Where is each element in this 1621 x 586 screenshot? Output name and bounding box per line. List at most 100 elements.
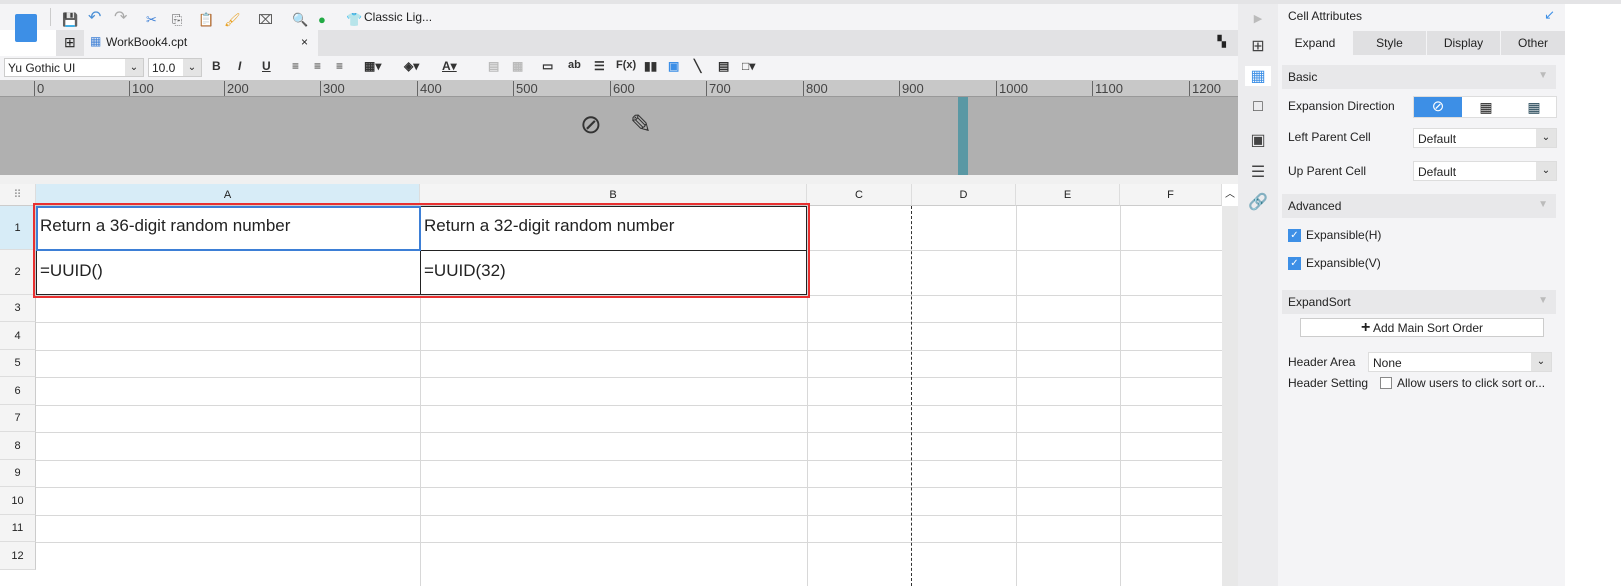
subreport-icon[interactable]: ▤	[718, 59, 729, 73]
expansible-h-checkbox[interactable]: ✓	[1288, 229, 1301, 242]
align-left-icon[interactable]: ≡	[292, 59, 299, 73]
row-header[interactable]: 9	[0, 460, 36, 487]
row-header[interactable]: 1	[0, 206, 36, 250]
format-painter-icon[interactable]: 🖌	[224, 12, 241, 28]
cell-b1[interactable]: Return a 32-digit random number	[420, 216, 674, 236]
select-all-corner[interactable]: ⠿	[0, 184, 36, 206]
section-basic[interactable]: Basic ▼	[1282, 65, 1556, 89]
section-expandsort[interactable]: ExpandSort ▼	[1282, 290, 1556, 314]
italic-button[interactable]: I	[238, 59, 241, 73]
text-icon[interactable]: ab	[568, 59, 581, 71]
page-boundary-marker[interactable]	[958, 97, 968, 175]
hyperlink-icon[interactable]: 🔗	[1248, 192, 1268, 212]
row-header[interactable]: 6	[0, 377, 36, 405]
condition-icon[interactable]: ☰	[1248, 162, 1268, 182]
horizontal-expand-icon[interactable]: ▦	[1510, 97, 1558, 117]
hidden-eye-icon[interactable]: ⊘	[580, 109, 602, 140]
allow-sort-checkbox[interactable]	[1380, 377, 1392, 389]
edit-pencil-icon[interactable]: ✎	[630, 109, 652, 140]
dock-arrow-icon[interactable]: ↙	[1544, 7, 1555, 23]
row-header[interactable]: 2	[0, 250, 36, 295]
vertical-expand-icon[interactable]: ▦	[1462, 97, 1510, 117]
up-parent-select[interactable]: Default ⌄	[1413, 161, 1557, 181]
expansible-v-checkbox[interactable]: ✓	[1288, 257, 1301, 270]
row-header[interactable]: 8	[0, 432, 36, 460]
tab-other[interactable]: Other	[1501, 31, 1565, 55]
column-header-c[interactable]: C	[807, 184, 912, 206]
check-icon[interactable]: ●	[318, 12, 326, 27]
chart-icon[interactable]: ▮▮	[644, 59, 657, 73]
row-header[interactable]: 4	[0, 322, 36, 350]
tab-display[interactable]: Display	[1427, 31, 1500, 55]
column-header-f[interactable]: F	[1120, 184, 1222, 206]
font-value: Yu Gothic UI	[8, 61, 76, 75]
row-header[interactable]: 7	[0, 405, 36, 432]
align-center-icon[interactable]: ≡	[314, 59, 321, 73]
float-element-icon[interactable]: □	[1248, 98, 1268, 118]
row-header[interactable]: 3	[0, 295, 36, 322]
vertical-scrollbar[interactable]: ︿	[1222, 184, 1238, 586]
unmerge-icon[interactable]: ▦	[512, 59, 523, 73]
row-header[interactable]: 11	[0, 515, 36, 542]
cell-element-icon[interactable]: ⊞	[1248, 36, 1268, 56]
app-logo[interactable]	[10, 10, 42, 52]
preview-icon[interactable]: 🔍	[292, 12, 308, 28]
row-header[interactable]: 10	[0, 487, 36, 515]
row-header[interactable]: 5	[0, 350, 36, 377]
expansible-h-label: Expansible(H)	[1306, 228, 1382, 242]
theme-label[interactable]: Classic Lig...	[364, 10, 432, 24]
align-right-icon[interactable]: ≡	[336, 59, 343, 73]
redo-icon[interactable]: ↷	[114, 7, 127, 27]
header-area-label: Header Area	[1288, 355, 1356, 369]
paragraph-icon[interactable]: ☰	[594, 59, 605, 73]
widget-icon[interactable]: ▣	[1248, 130, 1268, 150]
expansion-direction-toggle: ⊘ ▦ ▦	[1413, 96, 1557, 118]
expansion-direction-label: Expansion Direction	[1288, 99, 1395, 113]
left-parent-select[interactable]: Default ⌄	[1413, 128, 1557, 148]
image-icon[interactable]: ▣	[668, 59, 679, 73]
column-header-e[interactable]: E	[1016, 184, 1120, 206]
tab-expand[interactable]: Expand	[1278, 31, 1352, 55]
font-size-value: 10.0	[152, 61, 176, 75]
save-icon[interactable]: 💾	[62, 12, 78, 28]
fill-color-icon[interactable]: ◈▾	[404, 59, 419, 73]
cell-attributes-icon[interactable]: ▦	[1245, 66, 1271, 86]
row-header[interactable]: 12	[0, 542, 36, 570]
add-main-sort-button[interactable]: + Add Main Sort Order	[1300, 318, 1544, 337]
new-sheet-icon[interactable]: ⊞	[64, 34, 76, 51]
font-size-select[interactable]: 10.0 ⌄	[148, 58, 202, 77]
undo-icon[interactable]: ↶	[88, 7, 101, 27]
select-value: Default	[1418, 165, 1457, 179]
tab-style[interactable]: Style	[1353, 31, 1426, 55]
bold-button[interactable]: B	[212, 59, 221, 73]
expand-panel-icon[interactable]: ▶	[1248, 12, 1268, 32]
cut-icon[interactable]: ✂	[146, 12, 157, 28]
cell-a2[interactable]: =UUID()	[36, 261, 103, 281]
tab-workbook[interactable]: ▦ WorkBook4.cpt ×	[84, 30, 318, 56]
ruler-tick: 900	[899, 81, 924, 96]
scroll-up-icon[interactable]: ︿	[1222, 184, 1238, 206]
merge-icon[interactable]: ▤	[488, 59, 499, 73]
cell-a1[interactable]: Return a 36-digit random number	[36, 216, 290, 236]
column-header-d[interactable]: D	[912, 184, 1016, 206]
template-icon[interactable]: ⌧	[258, 12, 273, 28]
border-icon[interactable]: ▦▾	[364, 59, 381, 73]
spreadsheet-grid[interactable]: ⠿ A B C D E F 1 2 3 4 5 6 7 8 9 10 11 12…	[0, 184, 1222, 586]
theme-icon[interactable]: 👕	[346, 12, 362, 28]
formula-icon[interactable]: F(x)	[616, 59, 636, 71]
paste-icon[interactable]: 📋	[198, 12, 214, 28]
cell-border-icon[interactable]: □▾	[742, 59, 755, 73]
header-area-select[interactable]: None ⌄	[1368, 352, 1552, 372]
copy-icon[interactable]: ⎘	[172, 12, 182, 28]
underline-button[interactable]: U	[262, 59, 271, 73]
close-tab-icon[interactable]: ×	[301, 35, 308, 49]
font-select[interactable]: Yu Gothic UI ⌄	[4, 58, 144, 77]
font-color-icon[interactable]: A▾	[442, 59, 457, 73]
button-label: Add Main Sort Order	[1372, 321, 1484, 335]
collapse-icon[interactable]: ▚	[1218, 35, 1226, 48]
no-expand-icon[interactable]: ⊘	[1414, 97, 1462, 117]
textfield-icon[interactable]: ▭	[542, 59, 553, 73]
section-advanced[interactable]: Advanced ▼	[1282, 194, 1556, 218]
cell-b2[interactable]: =UUID(32)	[420, 261, 506, 281]
slash-icon[interactable]: ╲	[694, 59, 701, 73]
